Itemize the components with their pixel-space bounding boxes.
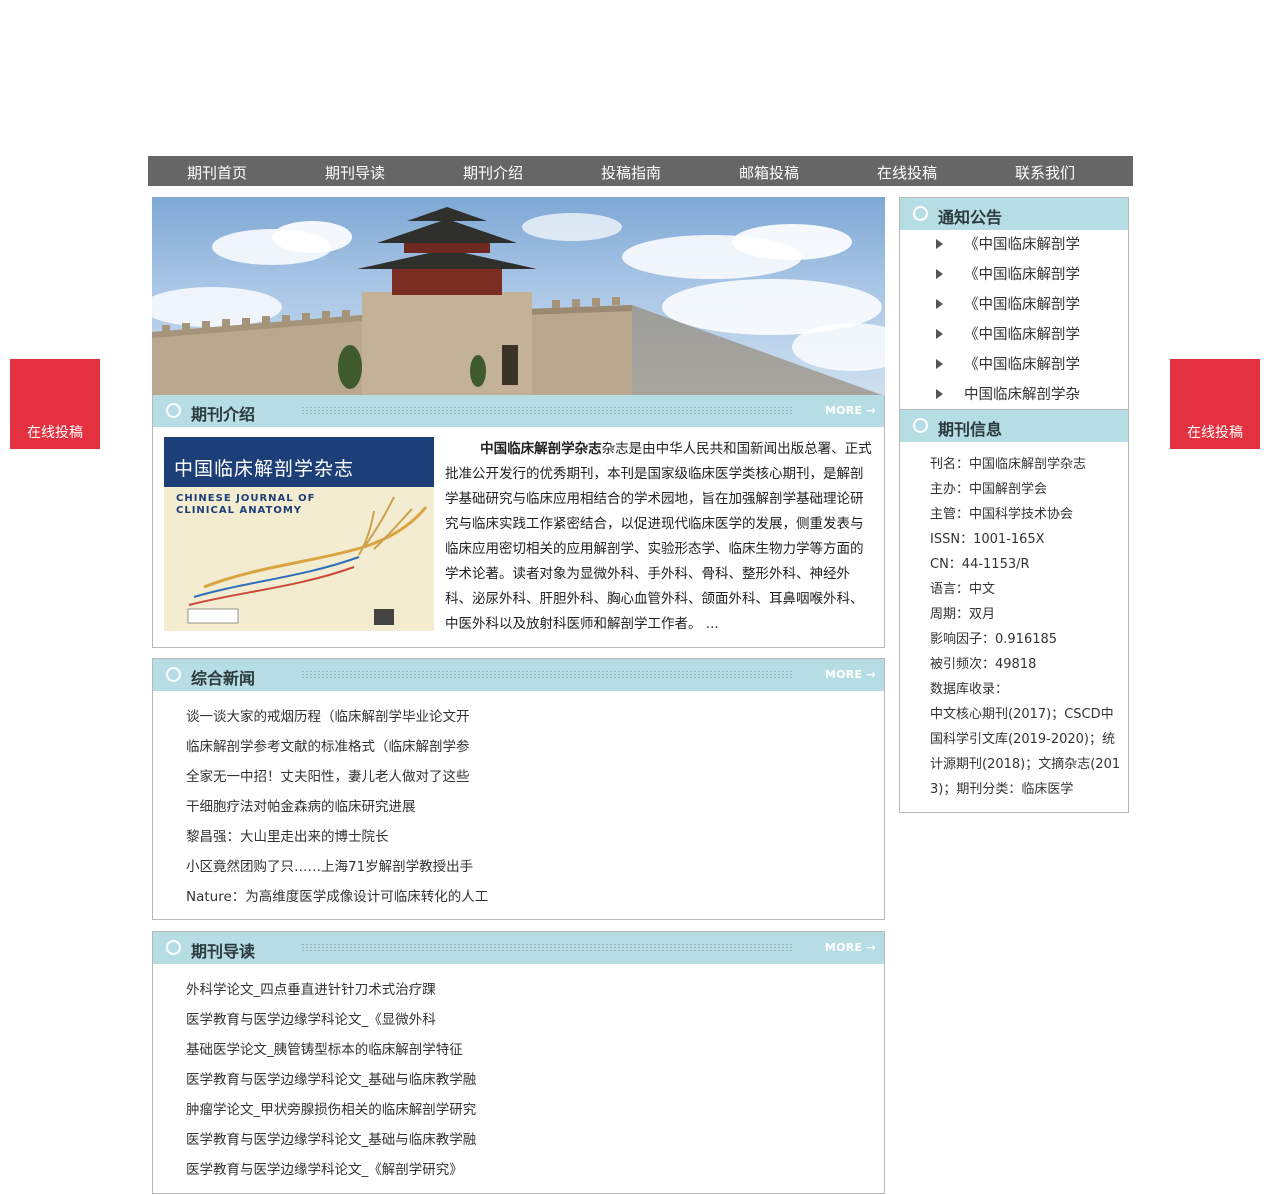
panel-header: 期刊导读 MORE → bbox=[153, 932, 884, 964]
panel-title: 期刊导读 bbox=[191, 942, 256, 961]
journal-info-panel: 期刊信息 刊名：中国临床解剖学杂志 主办：中国解剖学会 主管：中国科学技术协会 … bbox=[899, 410, 1129, 813]
dotted-divider bbox=[301, 943, 794, 953]
panel-header: 通知公告 bbox=[900, 198, 1128, 230]
list-item[interactable]: 小区竟然团购了只……上海71岁解剖学教授出手 bbox=[186, 852, 488, 882]
list-item[interactable]: 《中国临床解剖学 bbox=[936, 320, 1128, 350]
list-item[interactable]: 《中国临床解剖学 bbox=[936, 290, 1128, 320]
journal-guide-panel: 期刊导读 MORE → 外科学论文_四点垂直进针针刀术式治疗踝 医学教育与医学边… bbox=[152, 931, 885, 1194]
list-item[interactable]: 临床解剖学参考文献的标准格式（临床解剖学参 bbox=[186, 732, 488, 762]
panel-title: 综合新闻 bbox=[191, 669, 256, 688]
list-item[interactable]: 医学教育与医学边缘学科论文_基础与临床教学融 bbox=[186, 1125, 476, 1155]
info-supervisor: 主管：中国科学技术协会 bbox=[930, 507, 1074, 522]
journal-info-rows: 刊名：中国临床解剖学杂志 主办：中国解剖学会 主管：中国科学技术协会 ISSN：… bbox=[930, 452, 1126, 802]
list-item[interactable]: 《中国临床解剖学 bbox=[936, 230, 1128, 260]
journal-intro-text: 中国临床解剖学杂志杂志是由中华人民共和国新闻出版总署、正式批准公开发行的优秀期刊… bbox=[445, 441, 872, 632]
more-link[interactable]: MORE → bbox=[825, 668, 876, 681]
journal-intro-panel: 期刊介绍 MORE → 中国临床解剖学杂志 CHINESE JOURNAL OF… bbox=[152, 395, 885, 648]
list-item[interactable]: 干细胞疗法对帕金森病的临床研究进展 bbox=[186, 792, 488, 822]
circle-icon bbox=[913, 418, 928, 433]
nav-intro[interactable]: 期刊介绍 bbox=[424, 156, 562, 186]
info-issn: ISSN：1001-165X bbox=[930, 532, 1045, 547]
dotted-divider bbox=[301, 670, 794, 680]
circle-icon bbox=[166, 403, 181, 418]
circle-icon bbox=[166, 940, 181, 955]
float-online-submit-left[interactable]: 在线投稿 bbox=[10, 359, 100, 449]
info-database-label: 数据库收录： bbox=[930, 682, 1009, 697]
banner-image bbox=[152, 197, 885, 396]
nav-email-submit[interactable]: 邮箱投稿 bbox=[700, 156, 838, 186]
nav-contact[interactable]: 联系我们 bbox=[976, 156, 1114, 186]
news-list: 谈一谈大家的戒烟历程（临床解剖学毕业论文开 临床解剖学参考文献的标准格式（临床解… bbox=[186, 702, 488, 912]
list-item[interactable]: 基础医学论文_胰管铸型标本的临床解剖学特征 bbox=[186, 1035, 476, 1065]
info-name: 刊名：中国临床解剖学杂志 bbox=[930, 457, 1087, 472]
dotted-divider bbox=[301, 406, 794, 416]
cover-hand-illustration bbox=[187, 496, 428, 625]
info-citations: 被引频次：49818 bbox=[930, 657, 1037, 672]
panel-header: 综合新闻 MORE → bbox=[153, 659, 884, 691]
panel-title: 期刊介绍 bbox=[191, 405, 256, 424]
general-news-panel: 综合新闻 MORE → 谈一谈大家的戒烟历程（临床解剖学毕业论文开 临床解剖学参… bbox=[152, 658, 885, 920]
notice-list: 《中国临床解剖学 《中国临床解剖学 《中国临床解剖学 《中国临床解剖学 《中国临… bbox=[936, 230, 1128, 410]
list-item[interactable]: 医学教育与医学边缘学科论文_《显微外科 bbox=[186, 1005, 476, 1035]
list-item[interactable]: 《中国临床解剖学 bbox=[936, 350, 1128, 380]
more-link[interactable]: MORE → bbox=[825, 941, 876, 954]
more-link[interactable]: MORE → bbox=[825, 404, 876, 417]
list-item[interactable]: 肿瘤学论文_甲状旁腺损伤相关的临床解剖学研究 bbox=[186, 1095, 476, 1125]
nav-guide[interactable]: 期刊导读 bbox=[286, 156, 424, 186]
nav-home[interactable]: 期刊首页 bbox=[148, 156, 286, 186]
info-language: 语言：中文 bbox=[930, 582, 996, 597]
notice-panel: 通知公告 《中国临床解剖学 《中国临床解剖学 《中国临床解剖学 《中国临床解剖学… bbox=[899, 197, 1129, 410]
journal-cover-image: 中国临床解剖学杂志 CHINESE JOURNAL OF CLINICAL AN… bbox=[164, 437, 434, 631]
circle-icon bbox=[913, 206, 928, 221]
list-item[interactable]: 黎昌强：大山里走出来的博士院长 bbox=[186, 822, 488, 852]
panel-header: 期刊信息 bbox=[900, 410, 1128, 442]
panel-header: 期刊介绍 MORE → bbox=[153, 395, 884, 427]
list-item[interactable]: 谈一谈大家的戒烟历程（临床解剖学毕业论文开 bbox=[186, 702, 488, 732]
info-cn: CN：44-1153/R bbox=[930, 557, 1030, 572]
arrow-bullet-icon bbox=[936, 269, 943, 279]
arrow-bullet-icon bbox=[936, 359, 943, 369]
guide-list: 外科学论文_四点垂直进针针刀术式治疗踝 医学教育与医学边缘学科论文_《显微外科 … bbox=[186, 975, 476, 1185]
arrow-bullet-icon bbox=[936, 239, 943, 249]
nav-online-submit[interactable]: 在线投稿 bbox=[838, 156, 976, 186]
panel-title: 通知公告 bbox=[938, 208, 1003, 227]
circle-icon bbox=[166, 667, 181, 682]
arrow-bullet-icon bbox=[936, 299, 943, 309]
list-item[interactable]: 医学教育与医学边缘学科论文_基础与临床教学融 bbox=[186, 1065, 476, 1095]
info-period: 周期：双月 bbox=[930, 607, 996, 622]
arrow-bullet-icon bbox=[936, 329, 943, 339]
info-impact-factor: 影响因子：0.916185 bbox=[930, 632, 1058, 647]
list-item[interactable]: 《中国临床解剖学 bbox=[936, 260, 1128, 290]
info-sponsor: 主办：中国解剖学会 bbox=[930, 482, 1048, 497]
panel-title: 期刊信息 bbox=[938, 420, 1003, 439]
float-online-submit-right[interactable]: 在线投稿 bbox=[1170, 359, 1260, 449]
main-nav: 期刊首页 期刊导读 期刊介绍 投稿指南 邮箱投稿 在线投稿 联系我们 bbox=[148, 156, 1133, 186]
nav-submission-guide[interactable]: 投稿指南 bbox=[562, 156, 700, 186]
list-item[interactable]: 外科学论文_四点垂直进针针刀术式治疗踝 bbox=[186, 975, 476, 1005]
list-item[interactable]: 中国临床解剖学杂 bbox=[936, 380, 1128, 410]
arrow-bullet-icon bbox=[936, 389, 943, 399]
list-item[interactable]: Nature：为高维度医学成像设计可临床转化的人工 bbox=[186, 882, 488, 912]
info-databases: 中文核心期刊(2017)；CSCD中国科学引文库(2019-2020)；统计源期… bbox=[930, 707, 1121, 797]
list-item[interactable]: 全家无一中招！丈夫阳性，妻儿老人做对了这些 bbox=[186, 762, 488, 792]
list-item[interactable]: 医学教育与医学边缘学科论文_《解剖学研究》 bbox=[186, 1155, 476, 1185]
